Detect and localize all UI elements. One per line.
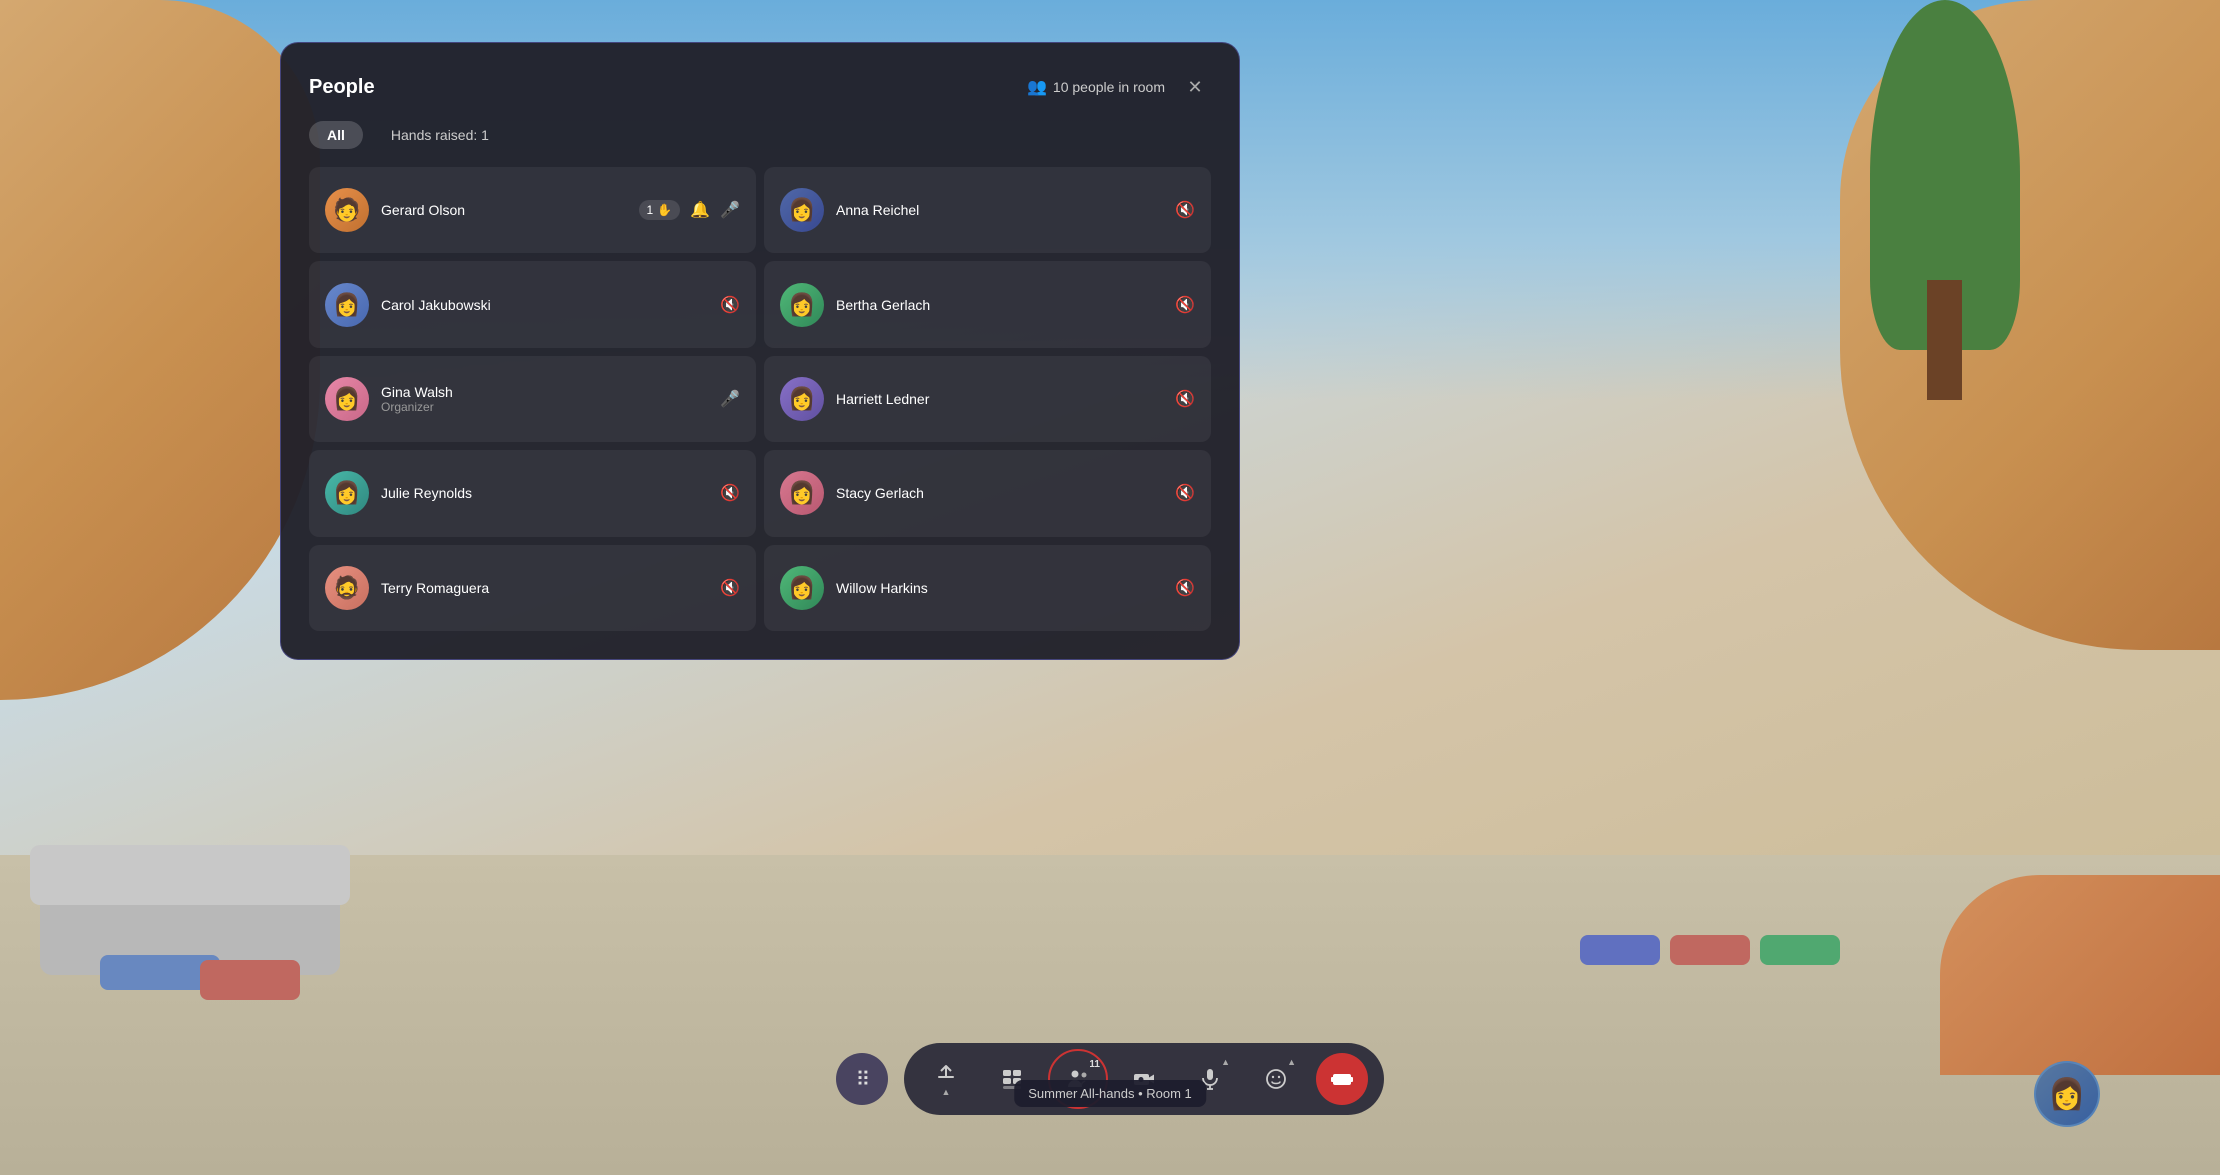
- people-count-text: 10 people in room: [1053, 79, 1165, 95]
- mic-muted-icon-anna[interactable]: 🔇: [1175, 200, 1195, 220]
- share-button[interactable]: ▲: [920, 1053, 972, 1105]
- person-actions-bertha: 🔇: [1175, 295, 1195, 315]
- mic-muted-icon-julie[interactable]: 🔇: [720, 483, 740, 503]
- mic-icon-gina[interactable]: 🎤: [720, 389, 740, 409]
- end-call-button[interactable]: [1316, 1053, 1368, 1105]
- people-grid: 🧑 Gerard Olson 1 ✋ 🔔 🎤 👩 Anna Reichel 🔇: [309, 167, 1211, 631]
- person-name-gina: Gina Walsh: [381, 384, 708, 400]
- person-row: 🧔 Terry Romaguera 🔇: [309, 545, 756, 631]
- avatar-stacy: 👩: [780, 471, 824, 515]
- person-name-bertha: Bertha Gerlach: [836, 297, 1163, 313]
- person-actions-carol: 🔇: [720, 295, 740, 315]
- share-icon: [934, 1062, 958, 1086]
- tree-trunk: [1927, 280, 1962, 400]
- avatar-harriett: 👩: [780, 377, 824, 421]
- people-count-icon: 👥: [1027, 77, 1047, 97]
- person-row: 🧑 Gerard Olson 1 ✋ 🔔 🎤: [309, 167, 756, 253]
- self-avatar: 👩: [2034, 1061, 2100, 1127]
- people-panel: People 👥 10 people in room ✕ All Hands r…: [280, 42, 1240, 660]
- right-accent: [1940, 875, 2220, 1075]
- panel-title: People: [309, 76, 375, 99]
- person-info-bertha: Bertha Gerlach: [836, 297, 1163, 313]
- mic-muted-icon-bertha[interactable]: 🔇: [1175, 295, 1195, 315]
- mic-muted-icon-willow[interactable]: 🔇: [1175, 578, 1195, 598]
- person-info-stacy: Stacy Gerlach: [836, 485, 1163, 501]
- mic-icon-gerard[interactable]: 🎤: [720, 200, 740, 220]
- end-call-icon: [1329, 1066, 1355, 1092]
- pillow-red: [200, 960, 300, 1000]
- tab-hands-raised[interactable]: Hands raised: 1: [373, 121, 507, 149]
- person-actions-willow: 🔇: [1175, 578, 1195, 598]
- mic-muted-icon-stacy[interactable]: 🔇: [1175, 483, 1195, 503]
- person-row: 👩 Julie Reynolds 🔇: [309, 450, 756, 536]
- person-info-anna: Anna Reichel: [836, 202, 1163, 218]
- mic-muted-icon-carol[interactable]: 🔇: [720, 295, 740, 315]
- person-actions-julie: 🔇: [720, 483, 740, 503]
- emoji-button[interactable]: ▲: [1250, 1053, 1302, 1105]
- person-row: 👩 Willow Harkins 🔇: [764, 545, 1211, 631]
- person-row: 👩 Carol Jakubowski 🔇: [309, 261, 756, 347]
- person-actions-terry: 🔇: [720, 578, 740, 598]
- hand-emoji: ✋: [657, 203, 672, 217]
- avatar-julie: 👩: [325, 471, 369, 515]
- mic-muted-icon-harriett[interactable]: 🔇: [1175, 389, 1195, 409]
- tab-all[interactable]: All: [309, 121, 363, 149]
- person-actions-gina: 🎤: [720, 389, 740, 409]
- person-info-harriett: Harriett Ledner: [836, 391, 1163, 407]
- tooltip: Summer All-hands • Room 1: [1014, 1080, 1206, 1107]
- avatar-gerard: 🧑: [325, 188, 369, 232]
- person-role-gina: Organizer: [381, 400, 708, 414]
- close-button[interactable]: ✕: [1179, 71, 1211, 103]
- left-wall: [0, 0, 320, 700]
- person-actions-stacy: 🔇: [1175, 483, 1195, 503]
- avatar-anna: 👩: [780, 188, 824, 232]
- avatar-willow: 👩: [780, 566, 824, 610]
- filter-tabs: All Hands raised: 1: [309, 121, 1211, 149]
- notification-icon[interactable]: 🔔: [690, 200, 710, 220]
- person-info-terry: Terry Romaguera: [381, 580, 708, 596]
- person-actions-anna: 🔇: [1175, 200, 1195, 220]
- person-name-willow: Willow Harkins: [836, 580, 1163, 596]
- mic-muted-icon-terry[interactable]: 🔇: [720, 578, 740, 598]
- apps-button[interactable]: ⠿: [836, 1053, 888, 1105]
- avatar-terry: 🧔: [325, 566, 369, 610]
- self-avatar-image: 👩: [2048, 1077, 2085, 1112]
- person-row: 👩 Anna Reichel 🔇: [764, 167, 1211, 253]
- right-pillows: [1580, 935, 1840, 965]
- person-name-julie: Julie Reynolds: [381, 485, 708, 501]
- person-row: 👩 Gina Walsh Organizer 🎤: [309, 356, 756, 442]
- person-actions-harriett: 🔇: [1175, 389, 1195, 409]
- person-info-carol: Carol Jakubowski: [381, 297, 708, 313]
- person-info-gina: Gina Walsh Organizer: [381, 384, 708, 414]
- people-count-badge: 11: [1089, 1059, 1100, 1070]
- person-actions-gerard: 1 ✋ 🔔 🎤: [639, 200, 740, 220]
- panel-header: People 👥 10 people in room ✕: [309, 71, 1211, 103]
- person-name-gerard: Gerard Olson: [381, 202, 627, 218]
- person-row: 👩 Stacy Gerlach 🔇: [764, 450, 1211, 536]
- apps-icon: ⠿: [856, 1067, 869, 1092]
- person-info-willow: Willow Harkins: [836, 580, 1163, 596]
- emoji-arrow-icon: ▲: [1287, 1057, 1296, 1067]
- share-arrow-icon: ▲: [942, 1087, 951, 1097]
- person-info-julie: Julie Reynolds: [381, 485, 708, 501]
- avatar-carol: 👩: [325, 283, 369, 327]
- people-count-badge: 👥 10 people in room: [1027, 77, 1165, 97]
- person-row: 👩 Bertha Gerlach 🔇: [764, 261, 1211, 347]
- person-info-gerard: Gerard Olson: [381, 202, 627, 218]
- person-row: 👩 Harriett Ledner 🔇: [764, 356, 1211, 442]
- avatar-gina: 👩: [325, 377, 369, 421]
- person-name-carol: Carol Jakubowski: [381, 297, 708, 313]
- mic-arrow-icon: ▲: [1221, 1057, 1230, 1067]
- hand-raised-badge: 1 ✋: [639, 200, 681, 220]
- avatar-bertha: 👩: [780, 283, 824, 327]
- header-right: 👥 10 people in room ✕: [1027, 71, 1211, 103]
- person-name-harriett: Harriett Ledner: [836, 391, 1163, 407]
- person-name-anna: Anna Reichel: [836, 202, 1163, 218]
- person-name-stacy: Stacy Gerlach: [836, 485, 1163, 501]
- person-name-terry: Terry Romaguera: [381, 580, 708, 596]
- emoji-icon: [1264, 1067, 1288, 1091]
- hand-count: 1: [647, 203, 654, 217]
